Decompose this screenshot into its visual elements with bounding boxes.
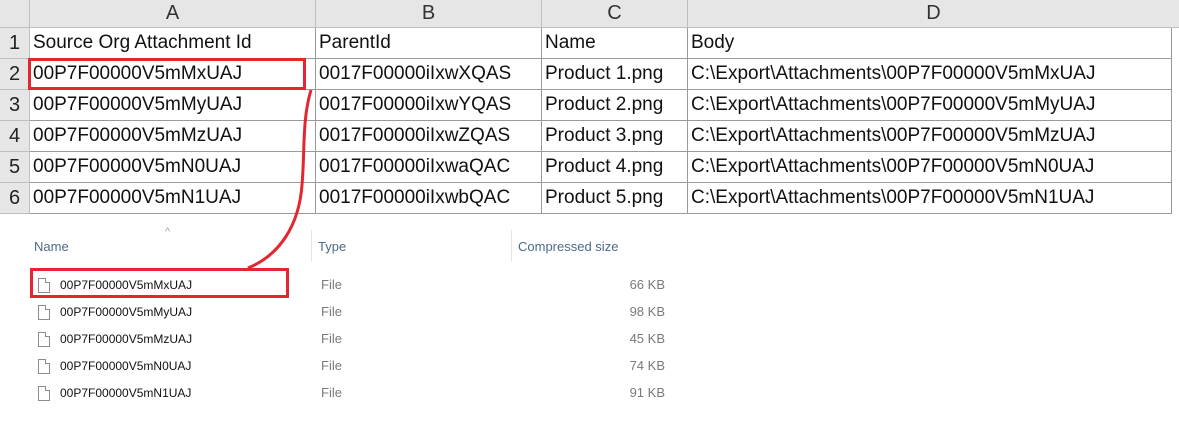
file-name: 00P7F00000V5mMyUAJ [60, 305, 193, 319]
cell-b6[interactable]: 0017F00000iIxwbQAC [316, 183, 542, 214]
file-size: 45 KB [629, 331, 665, 346]
column-header-c[interactable]: C [542, 0, 688, 28]
row-header-4[interactable]: 4 [0, 121, 30, 152]
file-icon [38, 304, 50, 320]
highlight-box-cell-a2 [28, 58, 306, 90]
cell-a6[interactable]: 00P7F00000V5mN1UAJ [30, 183, 316, 214]
column-header-name[interactable]: Name [28, 230, 312, 262]
file-icon [38, 331, 50, 347]
file-type: File [321, 358, 342, 373]
cell-a5[interactable]: 00P7F00000V5mN0UAJ [30, 152, 316, 183]
cell-b5[interactable]: 0017F00000iIxwaQAC [316, 152, 542, 183]
column-header-d[interactable]: D [688, 0, 1179, 28]
file-name-cell: 00P7F00000V5mMzUAJ [38, 326, 192, 352]
file-row[interactable]: 00P7F00000V5mN1UAJ File 91 KB [28, 380, 678, 406]
cell-b4[interactable]: 0017F00000iIxwZQAS [316, 121, 542, 152]
file-size: 91 KB [629, 385, 665, 400]
file-type: File [321, 304, 342, 319]
file-type: File [321, 385, 342, 400]
explorer-column-headers: ^ Name Type Compressed size [28, 226, 678, 262]
cell-d6[interactable]: C:\Export\Attachments\00P7F00000V5mN1UAJ [688, 183, 1172, 214]
cell-a4[interactable]: 00P7F00000V5mMzUAJ [30, 121, 316, 152]
select-all-corner[interactable] [0, 0, 30, 28]
file-size: 66 KB [629, 277, 665, 292]
file-row[interactable]: 00P7F00000V5mN0UAJ File 74 KB [28, 353, 678, 379]
cell-d2[interactable]: C:\Export\Attachments\00P7F00000V5mMxUAJ [688, 59, 1172, 90]
column-header-b[interactable]: B [316, 0, 542, 28]
file-size: 98 KB [629, 304, 665, 319]
file-type: File [321, 331, 342, 346]
highlight-box-first-file [30, 268, 289, 298]
column-header-compressed-size[interactable]: Compressed size [512, 230, 672, 262]
file-row[interactable]: 00P7F00000V5mMzUAJ File 45 KB [28, 326, 678, 352]
file-row[interactable]: 00P7F00000V5mMyUAJ File 98 KB [28, 299, 678, 325]
file-icon [38, 358, 50, 374]
cell-d3[interactable]: C:\Export\Attachments\00P7F00000V5mMyUAJ [688, 90, 1172, 121]
file-name-cell: 00P7F00000V5mMyUAJ [38, 299, 192, 325]
file-name-cell: 00P7F00000V5mN0UAJ [38, 353, 191, 379]
file-name: 00P7F00000V5mN1UAJ [60, 386, 192, 400]
file-icon [38, 385, 50, 401]
file-name-cell: 00P7F00000V5mN1UAJ [38, 380, 191, 406]
column-header-a[interactable]: A [30, 0, 316, 28]
cell-c2[interactable]: Product 1.png [542, 59, 688, 90]
file-type: File [321, 277, 342, 292]
cell-d5[interactable]: C:\Export\Attachments\00P7F00000V5mN0UAJ [688, 152, 1172, 183]
cell-b3[interactable]: 0017F00000iIxwYQAS [316, 90, 542, 121]
cell-d4[interactable]: C:\Export\Attachments\00P7F00000V5mMzUAJ [688, 121, 1172, 152]
header-cell-source-org-attachment-id[interactable]: Source Org Attachment Id [30, 28, 316, 59]
cell-a3[interactable]: 00P7F00000V5mMyUAJ [30, 90, 316, 121]
row-header-2[interactable]: 2 [0, 59, 30, 90]
row-header-1[interactable]: 1 [0, 28, 30, 59]
cell-c6[interactable]: Product 5.png [542, 183, 688, 214]
column-header-row: A B C D [0, 0, 1179, 28]
file-name: 00P7F00000V5mN0UAJ [60, 359, 192, 373]
row-header-5[interactable]: 5 [0, 152, 30, 183]
file-size: 74 KB [629, 358, 665, 373]
column-header-type[interactable]: Type [312, 230, 512, 262]
header-cell-parent-id[interactable]: ParentId [316, 28, 542, 59]
header-cell-body[interactable]: Body [688, 28, 1172, 59]
row-header-3[interactable]: 3 [0, 90, 30, 121]
header-cell-name[interactable]: Name [542, 28, 688, 59]
cell-b2[interactable]: 0017F00000iIxwXQAS [316, 59, 542, 90]
cell-c5[interactable]: Product 4.png [542, 152, 688, 183]
row-header-6[interactable]: 6 [0, 183, 30, 214]
zip-file-explorer: ^ Name Type Compressed size 00P7F00000V5… [28, 226, 688, 430]
file-name: 00P7F00000V5mMzUAJ [60, 332, 193, 346]
cell-c4[interactable]: Product 3.png [542, 121, 688, 152]
cell-c3[interactable]: Product 2.png [542, 90, 688, 121]
